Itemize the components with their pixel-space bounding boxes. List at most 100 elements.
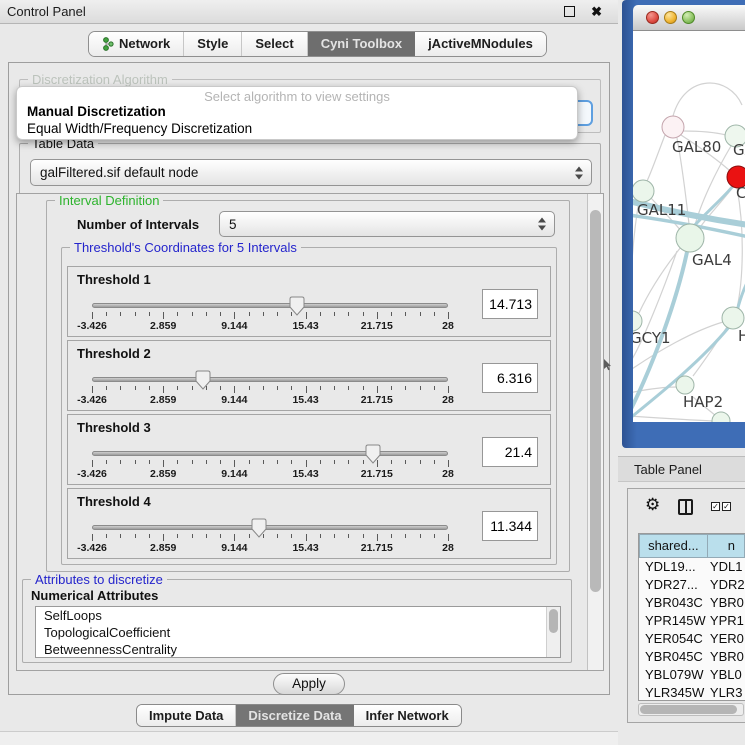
slider-track[interactable]: [92, 451, 448, 456]
table-panel: ⚙ ✓✓ shared...n YDL19...YDL1YDR27...YDR2…: [627, 488, 745, 723]
column-header[interactable]: shared...: [639, 534, 708, 558]
minimize-traffic-light[interactable]: [664, 11, 677, 24]
threshold-value-field[interactable]: 14.713: [482, 289, 538, 319]
tick-mark: [263, 460, 264, 464]
network-node[interactable]: [633, 180, 654, 202]
tab-discretize-data[interactable]: Discretize Data: [236, 705, 353, 726]
table-hscrollbar[interactable]: [638, 703, 744, 716]
checkbox-icon[interactable]: ✓: [722, 502, 731, 511]
threshold-title: Threshold 1: [77, 272, 151, 287]
tick-mark: [234, 312, 235, 319]
threshold-value-field[interactable]: 11.344: [482, 511, 538, 541]
table-row[interactable]: YLR345WYLR3: [639, 684, 745, 701]
number-of-intervals-combobox[interactable]: 5: [219, 211, 555, 237]
slider-track[interactable]: [92, 525, 448, 530]
column-header[interactable]: n: [708, 534, 745, 558]
network-node[interactable]: [662, 116, 684, 138]
tick-label: 9.144: [221, 542, 247, 554]
tick-mark: [363, 460, 364, 464]
tick-mark: [348, 460, 349, 464]
threshold-value-field[interactable]: 21.4: [482, 437, 538, 467]
threshold-value-field[interactable]: 6.316: [482, 363, 538, 393]
float-window-icon[interactable]: [564, 6, 575, 17]
tick-label: 21.715: [361, 468, 393, 480]
cell-shared-name: YLR345W: [639, 684, 710, 701]
dropdown-option[interactable]: Equal Width/Frequency Discretization: [27, 121, 252, 136]
tick-mark: [177, 460, 178, 464]
tick-mark: [120, 312, 121, 316]
tick-mark: [263, 386, 264, 390]
tick-label: 28: [442, 394, 454, 406]
tab-cyni-toolbox[interactable]: Cyni Toolbox: [308, 32, 415, 56]
numerical-attributes-list[interactable]: SelfLoopsTopologicalCoefficientBetweenne…: [35, 606, 561, 658]
tick-label: 2.859: [150, 542, 176, 554]
combobox-stepper-icon[interactable]: [538, 218, 547, 231]
slider-tick-labels: -3.4262.8599.14415.4321.71528: [92, 542, 448, 554]
network-window-titlebar[interactable]: [633, 5, 745, 31]
close-icon[interactable]: ✖: [591, 2, 602, 22]
tab-infer-network[interactable]: Infer Network: [354, 705, 461, 726]
combobox-stepper-icon[interactable]: [575, 166, 584, 179]
table-row[interactable]: YBR043CYBR0: [639, 594, 745, 612]
list-item[interactable]: BetweennessCentrality: [36, 641, 560, 658]
tick-label: 15.43: [292, 394, 318, 406]
tab-impute-data[interactable]: Impute Data: [137, 705, 236, 726]
tick-mark: [334, 312, 335, 316]
tick-mark: [334, 460, 335, 464]
network-edge: [633, 416, 713, 421]
tick-mark: [220, 312, 221, 316]
tab-select[interactable]: Select: [242, 32, 307, 56]
table-row[interactable]: YDR27...YDR2: [639, 576, 745, 594]
zoom-traffic-light[interactable]: [682, 11, 695, 24]
network-node[interactable]: [676, 224, 704, 252]
control-panel-titlebar: Control Panel ✖: [0, 0, 618, 24]
gear-icon[interactable]: ⚙: [645, 495, 660, 515]
list-scrollbar-thumb[interactable]: [549, 609, 558, 633]
slider-track[interactable]: [92, 377, 448, 382]
tab-style[interactable]: Style: [184, 32, 242, 56]
table-hscrollbar-thumb[interactable]: [640, 705, 737, 714]
table-row[interactable]: YER054CYER0: [639, 630, 745, 648]
attributes-legend: Attributes to discretize: [31, 572, 167, 587]
list-scrollbar[interactable]: [546, 607, 560, 657]
node-table[interactable]: shared...n YDL19...YDL1YDR27...YDR2YBR04…: [638, 533, 745, 701]
network-node-label: GAL80: [672, 138, 721, 156]
cell-name: YDL1: [710, 558, 745, 576]
table-row[interactable]: YBR045CYBR0: [639, 648, 745, 666]
network-node[interactable]: [676, 376, 694, 394]
tick-mark: [434, 460, 435, 464]
table-row[interactable]: YPR145WYPR1: [639, 612, 745, 630]
checkbox-icon[interactable]: ✓: [711, 502, 720, 511]
table-row[interactable]: YBL079WYBL0: [639, 666, 745, 684]
slider-track[interactable]: [92, 303, 448, 308]
network-node-label: GCY1: [633, 329, 671, 347]
network-canvas[interactable]: GAL80GACGAL11GAL4GCY1HHAP2: [633, 31, 745, 422]
tick-mark: [192, 534, 193, 538]
table-data-combobox[interactable]: galFiltered.sif default node: [30, 159, 592, 186]
tab-jactivemnodules[interactable]: jActiveMNodules: [415, 32, 546, 56]
table-panel-title: Table Panel: [634, 462, 702, 477]
settings-scrollbar-thumb[interactable]: [590, 210, 601, 592]
tick-mark: [277, 312, 278, 316]
apply-button[interactable]: Apply: [273, 673, 345, 695]
network-node[interactable]: [633, 311, 642, 331]
tick-label: -3.426: [77, 468, 107, 480]
columns-icon[interactable]: [678, 499, 693, 515]
tab-network[interactable]: Network: [89, 32, 184, 56]
select-columns-icon[interactable]: ✓✓: [711, 502, 731, 511]
close-traffic-light[interactable]: [646, 11, 659, 24]
tick-label: 21.715: [361, 542, 393, 554]
thresholds-legend: Threshold's Coordinates for 5 Intervals: [70, 240, 301, 255]
network-node[interactable]: [712, 412, 730, 422]
numerical-attributes-label: Numerical Attributes: [31, 588, 158, 603]
slider-ticks: [92, 534, 448, 542]
tick-label: 15.43: [292, 320, 318, 332]
dropdown-option[interactable]: Manual Discretization: [27, 104, 166, 119]
settings-scrollbar[interactable]: [587, 194, 603, 670]
list-item[interactable]: TopologicalCoefficient: [36, 624, 560, 641]
network-node[interactable]: [722, 307, 744, 329]
tick-mark: [106, 386, 107, 390]
tick-label: 28: [442, 320, 454, 332]
table-row[interactable]: YDL19...YDL1: [639, 558, 745, 576]
list-item[interactable]: SelfLoops: [36, 607, 560, 624]
